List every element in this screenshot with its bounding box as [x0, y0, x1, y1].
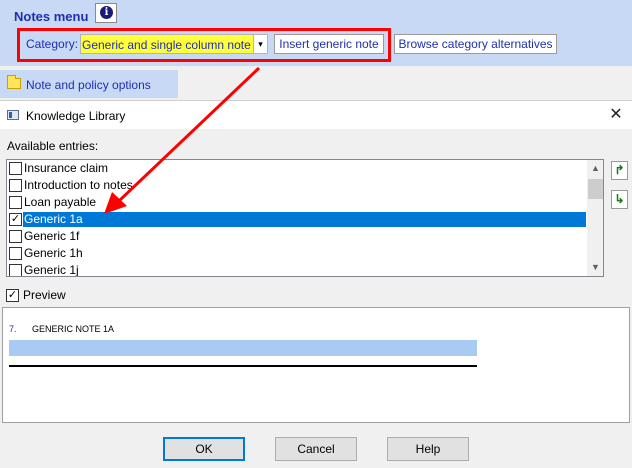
- scrollbar-thumb[interactable]: [588, 179, 603, 199]
- preview-pane: 7. GENERIC NOTE 1A: [2, 307, 630, 423]
- preview-highlight-band: [9, 340, 477, 356]
- entry-checkbox[interactable]: [9, 264, 22, 276]
- list-item[interactable]: Generic 1f: [7, 228, 587, 245]
- list-item[interactable]: Generic 1j: [7, 262, 587, 277]
- entry-label: Loan payable: [24, 195, 97, 209]
- knowledge-library-dialog: Knowledge Library ✕ Available entries: I…: [0, 100, 632, 468]
- note-policy-options[interactable]: Note and policy options: [0, 70, 178, 98]
- list-item[interactable]: Insurance claim: [7, 160, 587, 177]
- available-entries-label: Available entries:: [7, 139, 99, 153]
- annotation-highlight-box: [17, 28, 391, 62]
- entries-list[interactable]: Insurance claim Introduction to notes Lo…: [6, 159, 604, 277]
- preview-checkbox[interactable]: ✓: [6, 289, 19, 302]
- entry-checkbox[interactable]: [9, 179, 22, 192]
- entry-label: Insurance claim: [24, 161, 109, 175]
- close-icon[interactable]: ✕: [606, 105, 626, 125]
- entry-label: Generic 1a: [23, 212, 586, 227]
- notes-menu-bar: Notes menu i Category: Generic and singl…: [0, 0, 632, 66]
- move-down-button[interactable]: ↳: [611, 190, 628, 209]
- folder-icon: [7, 75, 21, 89]
- entry-checkbox[interactable]: [9, 162, 22, 175]
- info-button[interactable]: i: [95, 3, 117, 23]
- preview-note-number: 7.: [9, 324, 17, 334]
- notes-menu-title: Notes menu: [14, 9, 89, 24]
- list-item[interactable]: Introduction to notes: [7, 177, 587, 194]
- list-item[interactable]: Loan payable: [7, 194, 587, 211]
- note-policy-label: Note and policy options: [26, 78, 151, 92]
- browse-category-alternatives-button[interactable]: Browse category alternatives: [394, 34, 557, 54]
- entry-label: Generic 1h: [24, 246, 83, 260]
- ok-button[interactable]: OK: [163, 437, 245, 461]
- preview-note-title: GENERIC NOTE 1A: [32, 324, 115, 334]
- list-item-selected[interactable]: ✓ Generic 1a: [7, 211, 587, 228]
- list-scrollbar[interactable]: ▲ ▼: [587, 160, 603, 276]
- dialog-titlebar: Knowledge Library ✕: [0, 101, 632, 129]
- entry-label: Introduction to notes: [24, 178, 133, 192]
- entry-checkbox-checked[interactable]: ✓: [9, 213, 22, 226]
- app-window-icon: [7, 110, 19, 120]
- chevron-up-icon[interactable]: ▲: [587, 160, 603, 177]
- arrow-up-icon: ↱: [614, 163, 625, 177]
- chevron-down-icon[interactable]: ▼: [587, 259, 603, 276]
- cancel-button[interactable]: Cancel: [275, 437, 357, 461]
- entry-label: Generic 1f: [24, 229, 80, 243]
- preview-label: Preview: [23, 288, 66, 302]
- preview-divider-line: [9, 365, 477, 367]
- entry-checkbox[interactable]: [9, 196, 22, 209]
- info-icon: i: [100, 6, 113, 19]
- entry-label: Generic 1j: [24, 263, 79, 277]
- dialog-title: Knowledge Library: [26, 109, 126, 123]
- entry-checkbox[interactable]: [9, 230, 22, 243]
- entry-checkbox[interactable]: [9, 247, 22, 260]
- move-up-button[interactable]: ↱: [611, 161, 628, 180]
- list-item[interactable]: Generic 1h: [7, 245, 587, 262]
- help-button[interactable]: Help: [387, 437, 469, 461]
- arrow-down-icon: ↳: [614, 192, 625, 206]
